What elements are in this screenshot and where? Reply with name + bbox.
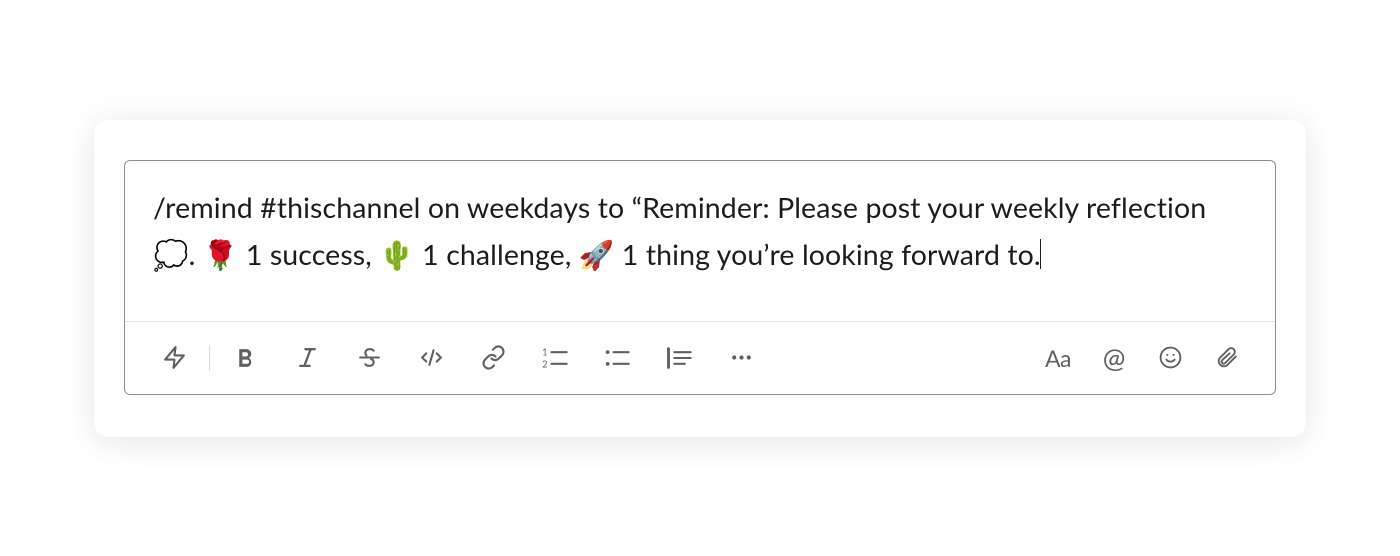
toolbar-divider bbox=[209, 345, 210, 371]
shortcuts-button[interactable] bbox=[149, 338, 199, 378]
ordered-list-button[interactable]: 1 2 bbox=[530, 338, 580, 378]
text-segment: /remind #thischannel on weekdays to “Rem… bbox=[153, 191, 1206, 225]
attach-button[interactable] bbox=[1201, 338, 1251, 378]
ellipsis-icon bbox=[729, 345, 754, 370]
rocket-emoji: 🚀 bbox=[579, 238, 615, 272]
cactus-emoji: 🌵 bbox=[379, 238, 415, 272]
blockquote-button[interactable] bbox=[654, 338, 704, 378]
text-segment: 1 thing you’re looking forward to. bbox=[614, 238, 1040, 272]
smile-icon bbox=[1158, 345, 1183, 370]
strikethrough-icon bbox=[357, 345, 382, 370]
bold-button[interactable] bbox=[220, 338, 270, 378]
formatting-toolbar: 1 2 bbox=[125, 321, 1275, 394]
link-icon bbox=[481, 345, 506, 370]
bulleted-list-button[interactable] bbox=[592, 338, 642, 378]
text-format-button[interactable]: Aa bbox=[1033, 338, 1083, 378]
message-composer: /remind #thischannel on weekdays to “Rem… bbox=[124, 160, 1276, 395]
italic-button[interactable] bbox=[282, 338, 332, 378]
composer-card: /remind #thischannel on weekdays to “Rem… bbox=[94, 120, 1306, 437]
svg-text:2: 2 bbox=[542, 358, 547, 369]
rose-emoji: 🌹 bbox=[203, 238, 239, 272]
aa-icon: Aa bbox=[1045, 344, 1071, 372]
more-formatting-button[interactable] bbox=[716, 338, 766, 378]
strikethrough-button[interactable] bbox=[344, 338, 394, 378]
mention-button[interactable]: @ bbox=[1089, 338, 1139, 378]
code-button[interactable] bbox=[406, 338, 456, 378]
text-segment: . bbox=[189, 238, 203, 272]
text-segment: 1 challenge, bbox=[415, 238, 579, 272]
bold-icon bbox=[233, 345, 258, 370]
svg-text:1: 1 bbox=[542, 346, 547, 357]
thought-bubble-emoji: 💭 bbox=[153, 238, 189, 272]
at-icon: @ bbox=[1103, 341, 1126, 374]
code-icon bbox=[419, 345, 444, 370]
link-button[interactable] bbox=[468, 338, 518, 378]
text-segment: 1 success, bbox=[238, 238, 379, 272]
ordered-list-icon: 1 2 bbox=[541, 346, 569, 370]
bulleted-list-icon bbox=[603, 346, 631, 370]
paperclip-icon bbox=[1214, 345, 1239, 370]
lightning-icon bbox=[162, 345, 187, 370]
message-input[interactable]: /remind #thischannel on weekdays to “Rem… bbox=[125, 161, 1275, 321]
emoji-button[interactable] bbox=[1145, 338, 1195, 378]
blockquote-icon bbox=[665, 346, 693, 370]
italic-icon bbox=[295, 345, 320, 370]
text-cursor bbox=[1040, 239, 1042, 269]
